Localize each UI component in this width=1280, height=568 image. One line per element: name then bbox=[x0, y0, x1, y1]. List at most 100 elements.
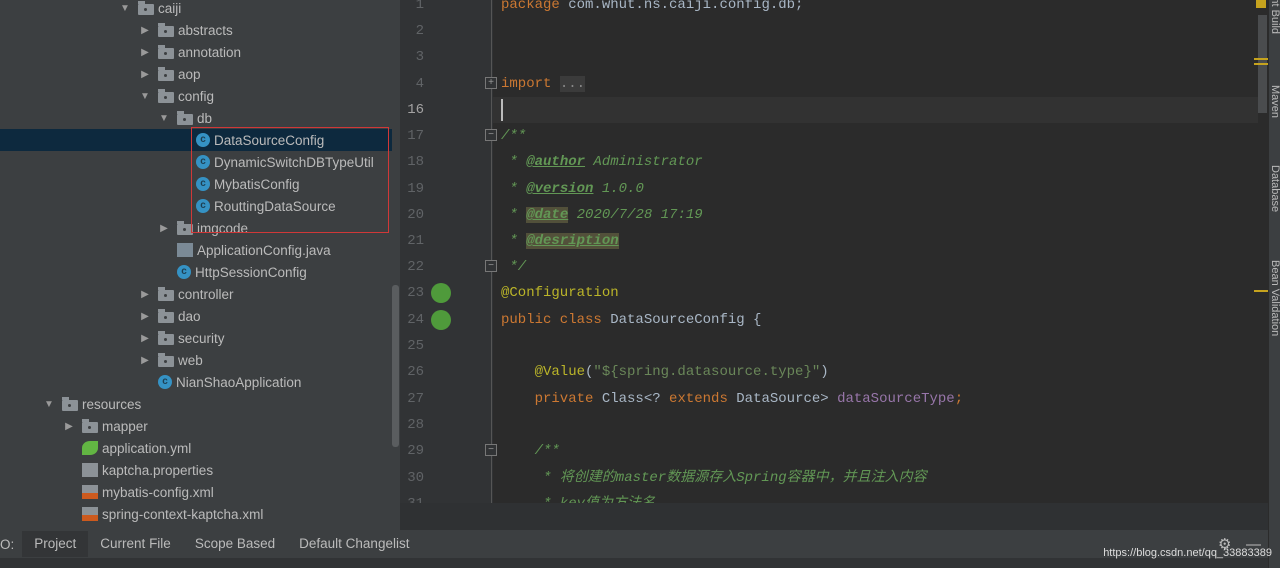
tree-item-label: web bbox=[178, 352, 203, 368]
class-icon: c bbox=[177, 265, 191, 279]
class-icon: c bbox=[158, 375, 172, 389]
expand-arrow-icon[interactable]: ▶ bbox=[138, 333, 152, 344]
code-line-19[interactable]: * @version 1.0.0 bbox=[501, 176, 643, 202]
line-number: 27 bbox=[407, 391, 424, 407]
tree-item[interactable]: ApplicationConfig.java bbox=[0, 239, 392, 261]
expand-arrow-icon[interactable]: ▶ bbox=[138, 69, 152, 80]
fold-collapse-icon[interactable]: − bbox=[485, 444, 497, 456]
line-number: 16 bbox=[407, 102, 424, 118]
folder-icon bbox=[62, 396, 78, 411]
tree-item[interactable]: ▼ config bbox=[0, 85, 392, 107]
folder-icon bbox=[177, 110, 193, 125]
error-stripe-marker[interactable] bbox=[1254, 63, 1268, 65]
tree-item[interactable]: ▼ caiji bbox=[0, 0, 392, 19]
folder-icon bbox=[138, 0, 154, 15]
folder-icon bbox=[158, 286, 174, 301]
xml-icon bbox=[82, 507, 98, 521]
tree-item-label: dao bbox=[178, 308, 201, 324]
tool-bean-validation[interactable]: Bean Validation bbox=[1269, 260, 1280, 336]
right-tool-strip: Ant Build Maven Database Bean Validation bbox=[1268, 0, 1280, 568]
code-line-21[interactable]: * @desription bbox=[501, 228, 619, 254]
scope-tab-bar: O: Project Current File Scope Based Defa… bbox=[0, 530, 1268, 558]
expand-arrow-icon[interactable]: ▶ bbox=[138, 47, 152, 58]
spring-bean-icon[interactable] bbox=[431, 310, 451, 330]
expand-arrow-icon[interactable]: ▼ bbox=[42, 399, 56, 410]
expand-arrow-icon[interactable]: ▼ bbox=[138, 91, 152, 102]
expand-arrow-icon[interactable]: ▶ bbox=[157, 223, 171, 234]
expand-arrow-icon[interactable]: ▶ bbox=[138, 311, 152, 322]
tree-item-label: kaptcha.properties bbox=[102, 462, 214, 478]
tab-scope-based[interactable]: Scope Based bbox=[183, 531, 287, 557]
line-number: 25 bbox=[407, 338, 424, 354]
code-line-24[interactable]: public class DataSourceConfig { bbox=[501, 307, 761, 333]
expand-arrow-icon[interactable]: ▶ bbox=[138, 25, 152, 36]
line-number: 4 bbox=[415, 76, 424, 92]
line-number: 26 bbox=[407, 364, 424, 380]
code-line-27[interactable]: private Class<? extends DataSource> data… bbox=[501, 386, 964, 412]
folder-icon bbox=[158, 308, 174, 323]
text-caret bbox=[501, 99, 503, 121]
code-line-29[interactable]: /** bbox=[501, 438, 560, 464]
tree-scrollbar[interactable] bbox=[392, 285, 399, 447]
code-line-18[interactable]: * @author Administrator bbox=[501, 149, 702, 175]
tree-item[interactable]: ▶ security bbox=[0, 327, 392, 349]
tree-item-label: config bbox=[178, 88, 215, 104]
tree-item[interactable]: c HttpSessionConfig bbox=[0, 261, 392, 283]
code-line-4[interactable]: import ... bbox=[501, 71, 586, 97]
tree-item[interactable]: ▶ annotation bbox=[0, 41, 392, 63]
error-stripe-marker[interactable] bbox=[1254, 290, 1268, 292]
folder-icon bbox=[82, 418, 98, 433]
code-line-23[interactable]: @Configuration bbox=[501, 280, 619, 306]
fold-collapse-icon[interactable]: − bbox=[485, 260, 497, 272]
tab-current-file[interactable]: Current File bbox=[88, 531, 183, 557]
tree-item[interactable]: ▶ aop bbox=[0, 63, 392, 85]
code-line-22[interactable]: */ bbox=[501, 254, 526, 280]
spring-icon bbox=[82, 441, 98, 455]
expand-arrow-icon[interactable]: ▶ bbox=[138, 289, 152, 300]
warning-marker[interactable] bbox=[1256, 0, 1266, 8]
expand-arrow-icon[interactable]: ▼ bbox=[118, 3, 132, 14]
code-line-20[interactable]: * @date 2020/7/28 17:19 bbox=[501, 202, 703, 228]
spring-config-icon[interactable] bbox=[431, 283, 451, 303]
line-number: 18 bbox=[407, 154, 424, 170]
fold-collapse-icon[interactable]: − bbox=[485, 129, 497, 141]
tree-item[interactable]: kaptcha.properties bbox=[0, 459, 392, 481]
tree-item-label: application.yml bbox=[102, 440, 192, 456]
tree-item[interactable]: ▶ abstracts bbox=[0, 19, 392, 41]
tool-maven[interactable]: Maven bbox=[1269, 85, 1280, 118]
expand-arrow-icon[interactable]: ▶ bbox=[62, 421, 76, 432]
props-icon bbox=[82, 463, 98, 477]
tree-item[interactable]: ▶ dao bbox=[0, 305, 392, 327]
tree-item[interactable]: c NianShaoApplication bbox=[0, 371, 392, 393]
tree-item[interactable]: ▼ db bbox=[0, 107, 392, 129]
fold-guide bbox=[491, 0, 492, 503]
line-number: 17 bbox=[407, 128, 424, 144]
tab-project[interactable]: Project bbox=[22, 531, 89, 557]
tree-item[interactable]: ▶ controller bbox=[0, 283, 392, 305]
code-line-1[interactable]: package com.whut.ns.caiji.config.db; bbox=[501, 0, 803, 18]
tree-item-label: aop bbox=[178, 66, 201, 82]
watermark: https://blog.csdn.net/qq_33883389 bbox=[1103, 547, 1272, 559]
line-number: 30 bbox=[407, 470, 424, 486]
tree-item[interactable]: spring-context-kaptcha.xml bbox=[0, 503, 392, 525]
status-strip bbox=[0, 558, 1268, 568]
code-line-26[interactable]: @Value("${spring.datasource.type}") bbox=[501, 359, 829, 385]
fold-expand-icon[interactable]: + bbox=[485, 77, 497, 89]
line-number: 20 bbox=[407, 207, 424, 223]
expand-arrow-icon[interactable]: ▼ bbox=[157, 113, 171, 124]
tree-item-label: resources bbox=[82, 396, 142, 412]
tree-item[interactable]: mybatis-config.xml bbox=[0, 481, 392, 503]
tool-ant-build[interactable]: Ant Build bbox=[1269, 0, 1280, 34]
error-stripe-marker[interactable] bbox=[1254, 58, 1268, 60]
tree-item-label: controller bbox=[178, 286, 234, 302]
tree-item[interactable]: ▶ mapper bbox=[0, 415, 392, 437]
code-line-17[interactable]: /** bbox=[501, 123, 526, 149]
tree-item[interactable]: ▼ resources bbox=[0, 393, 392, 415]
expand-arrow-icon[interactable]: ▶ bbox=[138, 355, 152, 366]
tree-item[interactable]: ▶ web bbox=[0, 349, 392, 371]
code-line-30[interactable]: * 将创建的master数据源存入Spring容器中，并且注入内容 bbox=[501, 465, 927, 491]
tree-item-label: NianShaoApplication bbox=[176, 374, 302, 390]
tree-item[interactable]: application.yml bbox=[0, 437, 392, 459]
tool-database[interactable]: Database bbox=[1269, 165, 1280, 212]
tab-default-changelist[interactable]: Default Changelist bbox=[287, 531, 421, 557]
